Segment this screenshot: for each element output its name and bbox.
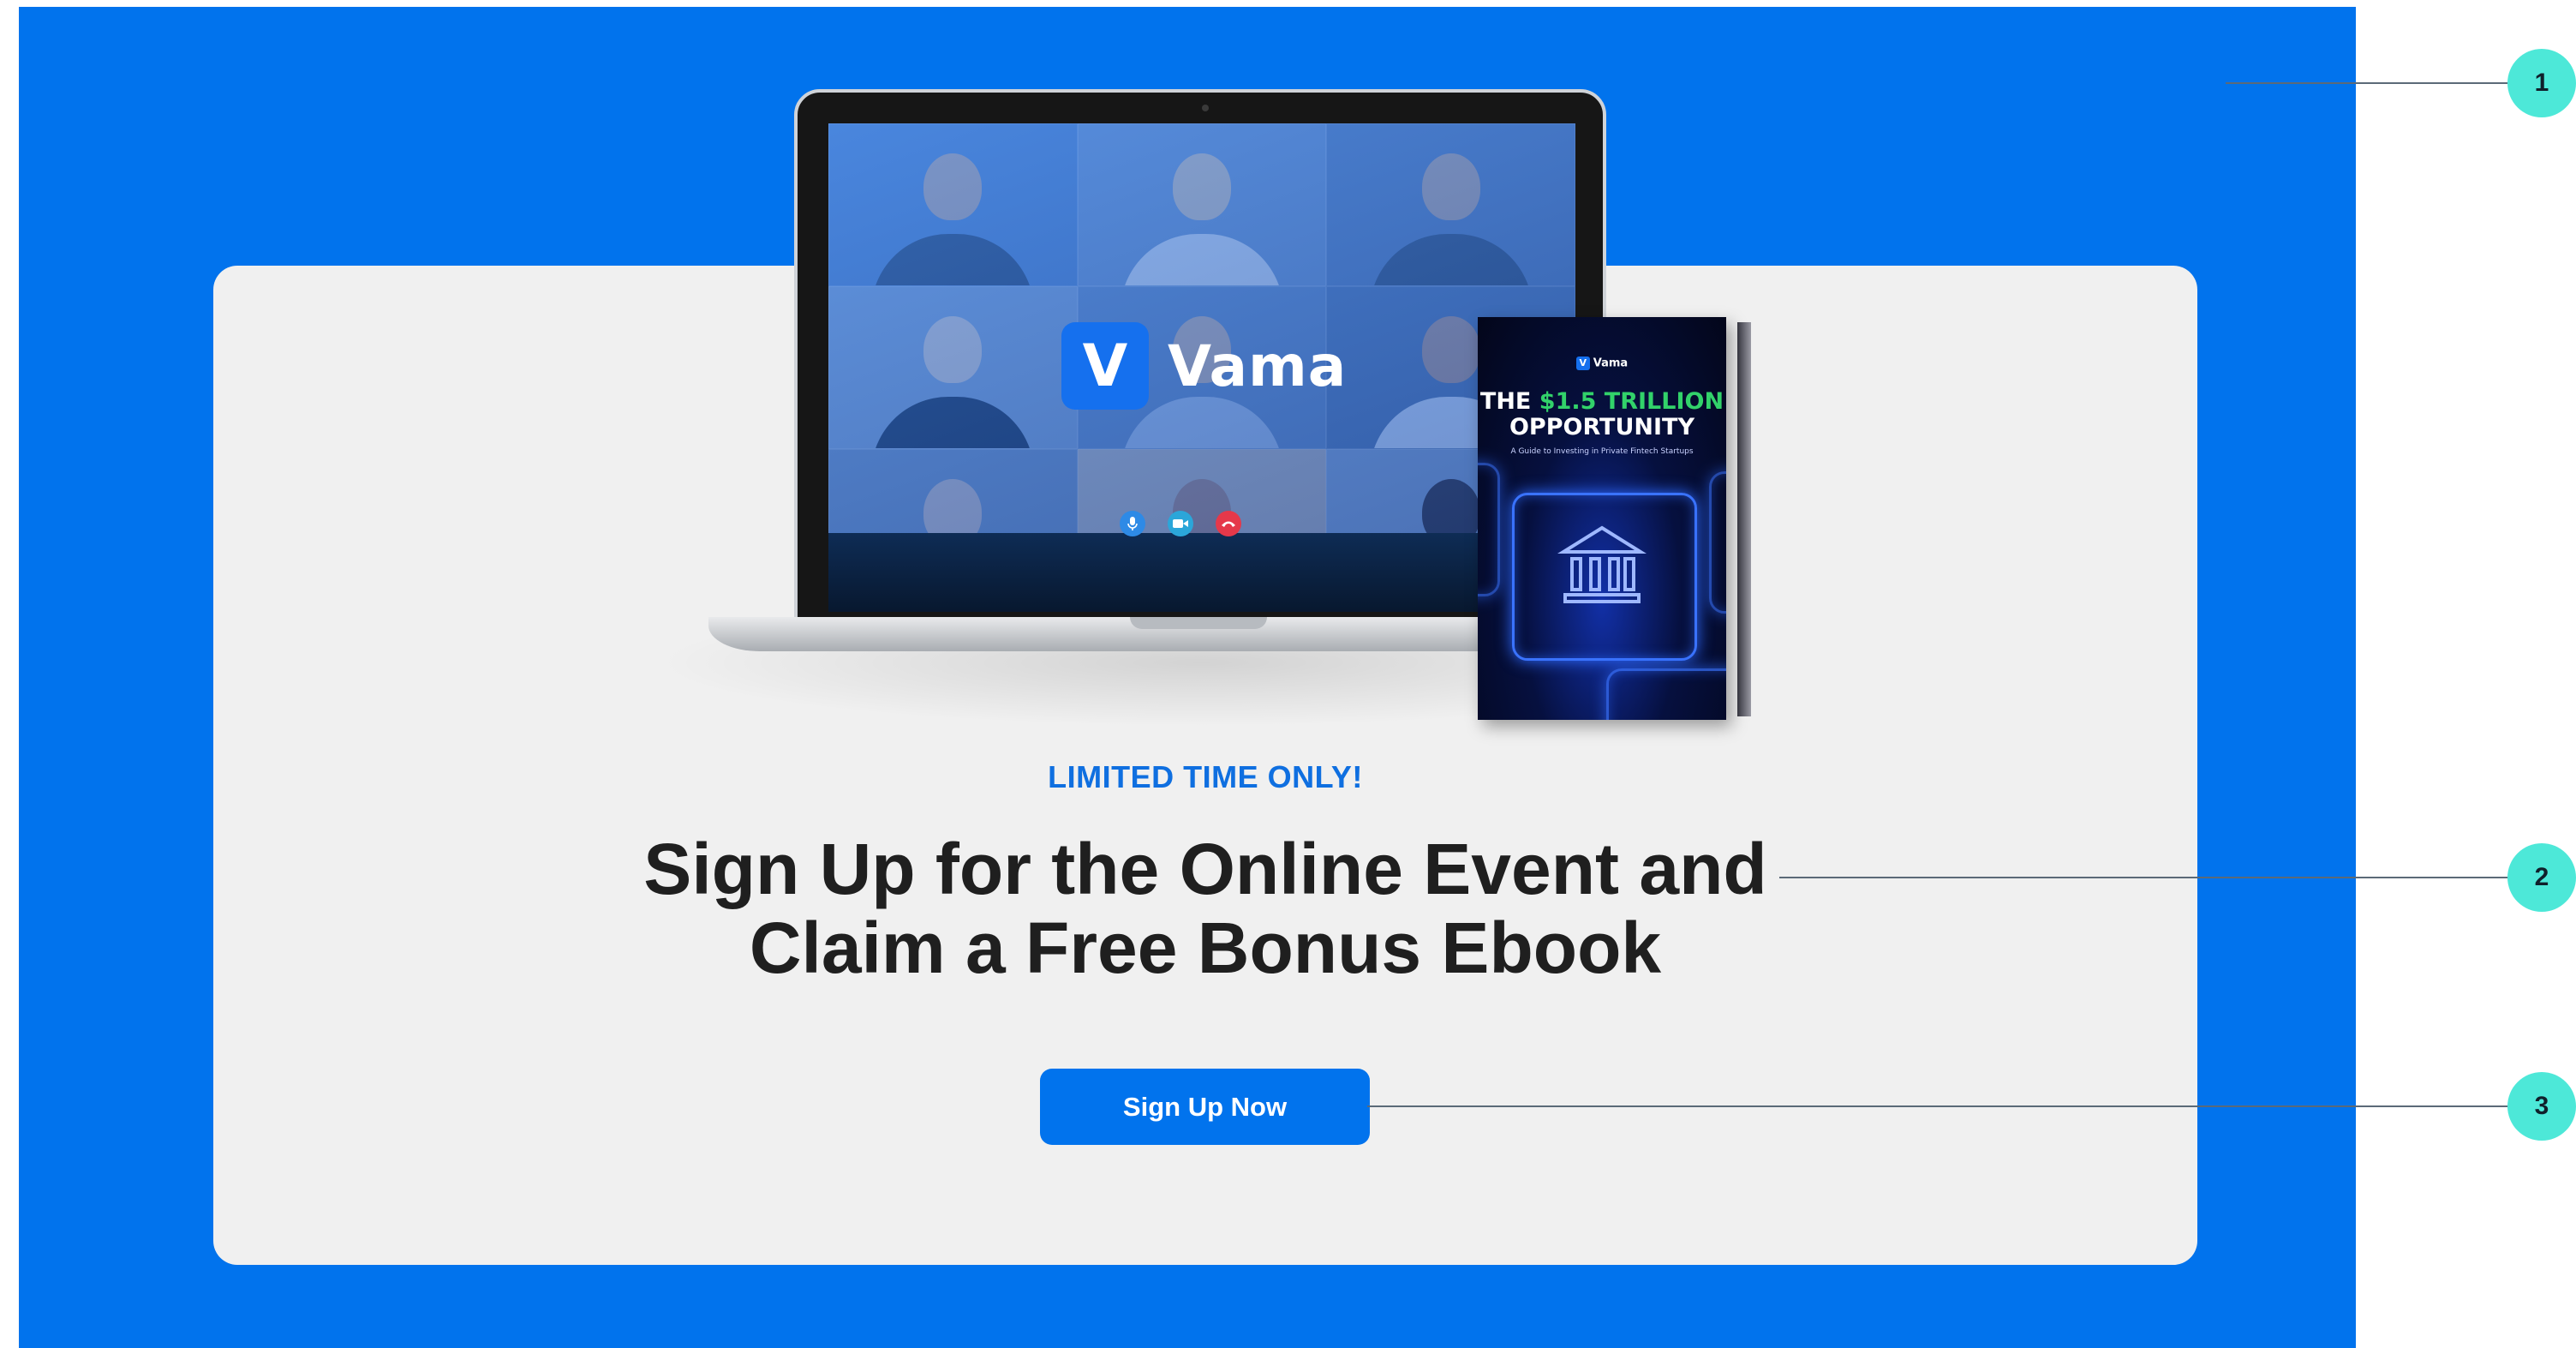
keyboard-key-glow — [1606, 668, 1726, 720]
microphone-icon — [1120, 511, 1145, 536]
ebook-title-accent: $1.5 TRILLION — [1539, 388, 1724, 415]
ebook-title-prefix: THE — [1479, 388, 1539, 415]
ebook-vama-logo-icon: V — [1575, 356, 1590, 370]
end-call-icon — [1216, 511, 1241, 536]
ebook-cover: V Vama THE $1.5 TRILLION OPPORTUNITY A Gu… — [1478, 317, 1726, 720]
laptop-hinge-notch — [1130, 617, 1267, 629]
ebook-illustration: V Vama THE $1.5 TRILLION OPPORTUNITY A Gu… — [1478, 317, 1751, 720]
callout-marker-2: 2 — [2507, 843, 2576, 912]
keyboard-key-glow — [1709, 471, 1726, 614]
ebook-brand: V Vama — [1478, 356, 1726, 370]
sign-up-now-button[interactable]: Sign Up Now — [1040, 1069, 1370, 1145]
bank-icon — [1557, 525, 1647, 603]
call-dock — [828, 511, 1575, 612]
headline-line-2: Claim a Free Bonus Ebook — [749, 908, 1662, 988]
limited-time-eyebrow: LIMITED TIME ONLY! — [1048, 759, 1363, 794]
ebook-subtitle: A Guide to Investing in Private Fintech … — [1510, 447, 1694, 456]
call-controls — [1120, 511, 1241, 536]
headline-line-1: Sign Up for the Online Event and — [643, 829, 1767, 909]
promo-banner: V Vama V Vama THE $1.5 TRILLION OPPORTUN… — [19, 7, 2356, 1348]
ebook-title-line2: OPPORTUNITY — [1509, 414, 1694, 440]
laptop-camera — [1202, 105, 1209, 111]
callout-line-3 — [1367, 1105, 2510, 1107]
callout-marker-1: 1 — [2507, 49, 2576, 117]
ebook-pages — [1737, 322, 1751, 716]
callout-line-2 — [1779, 877, 2510, 878]
ebook-brand-name: Vama — [1593, 356, 1629, 370]
callout-marker-3: 3 — [2507, 1072, 2576, 1141]
ebook-title: THE $1.5 TRILLION OPPORTUNITY — [1478, 389, 1726, 440]
promo-headline: Sign Up for the Online Event and Claim a… — [19, 830, 2356, 987]
vama-brand-lockup: V Vama — [1061, 322, 1347, 410]
vama-wordmark: Vama — [1168, 333, 1348, 399]
vama-logo-icon: V — [1061, 322, 1149, 410]
video-call-screen: V Vama — [828, 123, 1575, 612]
video-camera-icon — [1168, 511, 1193, 536]
callout-line-1 — [2226, 82, 2510, 84]
keyboard-key-glow — [1478, 463, 1500, 596]
